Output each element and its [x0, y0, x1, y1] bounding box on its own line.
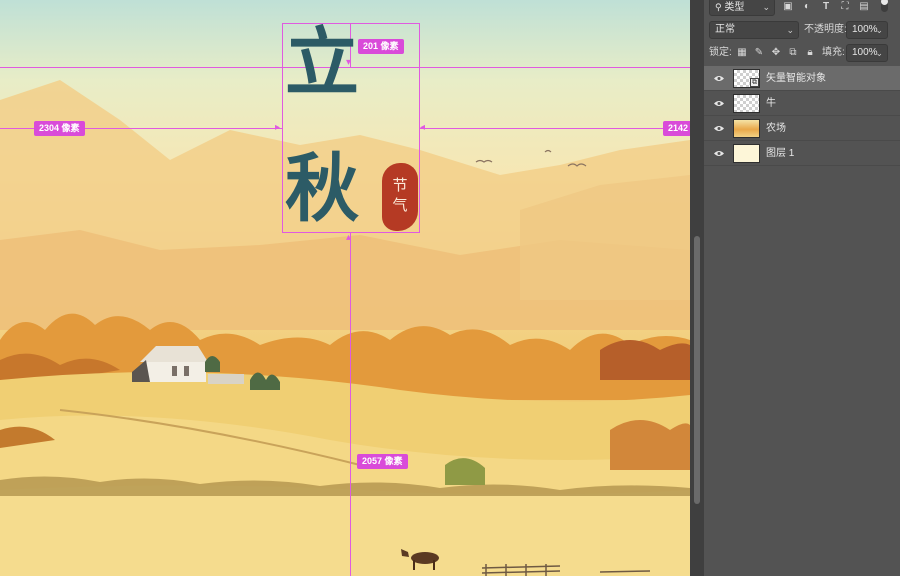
chevron-down-icon: ⌄ [786, 25, 794, 35]
search-icon: ⚲ [715, 2, 722, 12]
lock-label: 锁定: [709, 47, 732, 58]
lock-transparent-pixels-icon[interactable]: ▦ [736, 47, 748, 59]
layer-thumbnail [733, 119, 760, 138]
layer-name: 农场 [766, 123, 786, 134]
layer-thumbnail [733, 94, 760, 113]
layer-name: 矢量智能对象 [766, 73, 826, 84]
fill-label: 填充: [822, 47, 845, 58]
visibility-eye-icon[interactable] [714, 74, 724, 83]
opacity-input[interactable]: 100% ⌄ [846, 21, 888, 39]
layer-name: 牛 [766, 98, 776, 109]
document-canvas[interactable]: ▸ ◂ ▴ ▾ 立 秋 节 气 201 像素 2304 像素 2142 像素 2… [0, 0, 690, 576]
blend-mode-dropdown[interactable]: 正常 ⌄ [709, 21, 799, 39]
seal-char-qi: 气 [392, 196, 408, 214]
chevron-down-icon: ⌄ [762, 2, 770, 12]
opacity-value: 100% [852, 24, 878, 35]
layer-row-cow[interactable]: 牛 [704, 91, 900, 116]
fill-input[interactable]: 100% ⌄ [846, 44, 888, 62]
lock-position-icon[interactable]: ✥ [770, 47, 782, 59]
measure-label-left: 2304 像素 [34, 121, 85, 136]
filter-row: ⚲ 类型 ⌄ ▣ ◐ T ⛶ ▤ [704, 0, 900, 17]
smart-object-filter-icon[interactable]: ▤ [858, 1, 870, 13]
measure-label-top: 201 像素 [358, 39, 404, 54]
filter-toggle-switch[interactable] [881, 0, 888, 12]
visibility-eye-icon[interactable] [714, 149, 724, 158]
layer-name: 图层 1 [766, 148, 795, 159]
smart-object-badge-icon: ⧉ [750, 78, 759, 87]
solar-term-seal: 节 气 [382, 163, 418, 231]
chevron-down-icon: ⌄ [875, 48, 883, 58]
shape-filter-icon[interactable]: ⛶ [839, 1, 851, 13]
opacity-label: 不透明度: [804, 24, 847, 35]
measure-label-bottom: 2057 像素 [357, 454, 408, 469]
measure-label-right: 2142 像素 [663, 121, 690, 136]
visibility-eye-icon[interactable] [714, 99, 724, 108]
adjustment-filter-icon[interactable]: ◐ [801, 1, 813, 13]
lock-all-icon[interactable]: 🔒︎ [804, 47, 816, 59]
filter-kind-label: 类型 [724, 2, 745, 13]
bottom-measure-line [350, 233, 351, 576]
layer-row-layer-1[interactable]: 图层 1 [704, 141, 900, 166]
arrow-right-icon: ▸ [275, 122, 281, 133]
lock-row: 锁定: ▦ ✎ ✥ ⧉ 🔒︎ 填充: 100% ⌄ [704, 44, 900, 62]
layer-row-smart-object[interactable]: ⧉ 矢量智能对象 [704, 66, 900, 91]
layer-row-farm[interactable]: 农场 [704, 116, 900, 141]
lock-artboard-icon[interactable]: ⧉ [787, 47, 799, 59]
layer-thumbnail [733, 144, 760, 163]
scrollbar-thumb[interactable] [694, 236, 700, 504]
layers-panel: ⚲ 类型 ⌄ ▣ ◐ T ⛶ ▤ 正常 ⌄ 不透明度: 100% ⌄ 锁定: ▦… [690, 0, 900, 576]
lock-image-pixels-icon[interactable]: ✎ [753, 47, 765, 59]
chevron-down-icon: ⌄ [875, 25, 883, 35]
arrow-up-icon: ▴ [346, 232, 352, 243]
image-filter-icon[interactable]: ▣ [782, 1, 794, 13]
canvas-scrollbar[interactable] [690, 0, 704, 576]
filter-kind-dropdown[interactable]: ⚲ 类型 ⌄ [709, 0, 775, 16]
visibility-eye-icon[interactable] [714, 124, 724, 133]
title-char-qiu: 秋 [285, 146, 359, 232]
layer-thumbnail: ⧉ [733, 69, 760, 88]
right-measure-line [420, 128, 690, 129]
seal-char-jie: 节 [392, 176, 408, 194]
type-filter-icon[interactable]: T [820, 1, 832, 13]
arrow-left-icon: ◂ [420, 122, 426, 133]
blend-row: 正常 ⌄ 不透明度: 100% ⌄ [704, 21, 900, 39]
title-char-li: 立 [285, 20, 359, 106]
fill-value: 100% [852, 47, 878, 58]
blend-mode-value: 正常 [715, 24, 735, 35]
